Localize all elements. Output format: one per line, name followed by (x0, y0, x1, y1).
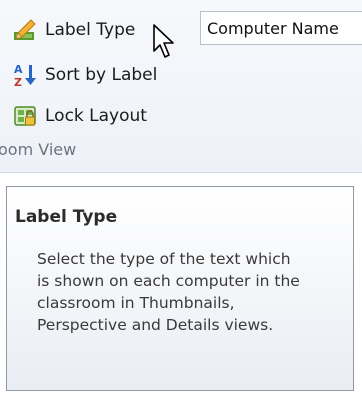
lock-icon (12, 103, 38, 129)
combo-value: Computer Name (207, 18, 339, 38)
svg-text:Z: Z (14, 76, 22, 88)
tooltip-title: Label Type (15, 207, 118, 227)
sort-az-icon: A Z (12, 62, 38, 89)
label-type-button[interactable]: Label Type (12, 12, 135, 48)
sort-by-label-label: Sort by Label (45, 65, 158, 85)
group-label-classroom-view: oom View (0, 140, 77, 159)
tooltip-description: Select the type of the text which is sho… (37, 250, 300, 334)
lock-layout-button[interactable]: Lock Layout (12, 98, 147, 134)
sort-by-label-button[interactable]: A Z Sort by Label (12, 57, 157, 93)
ribbon-group: Label Type Computer Name A Z Sort by Lab… (0, 0, 362, 173)
svg-text:A: A (14, 63, 23, 76)
mouse-cursor-icon (152, 24, 176, 60)
label-type-combo[interactable]: Computer Name (200, 11, 362, 45)
tooltip: Label Type Select the type of the text w… (6, 186, 354, 391)
lock-layout-label: Lock Layout (45, 106, 147, 126)
pencil-icon (12, 17, 38, 43)
label-type-label: Label Type (45, 20, 136, 40)
